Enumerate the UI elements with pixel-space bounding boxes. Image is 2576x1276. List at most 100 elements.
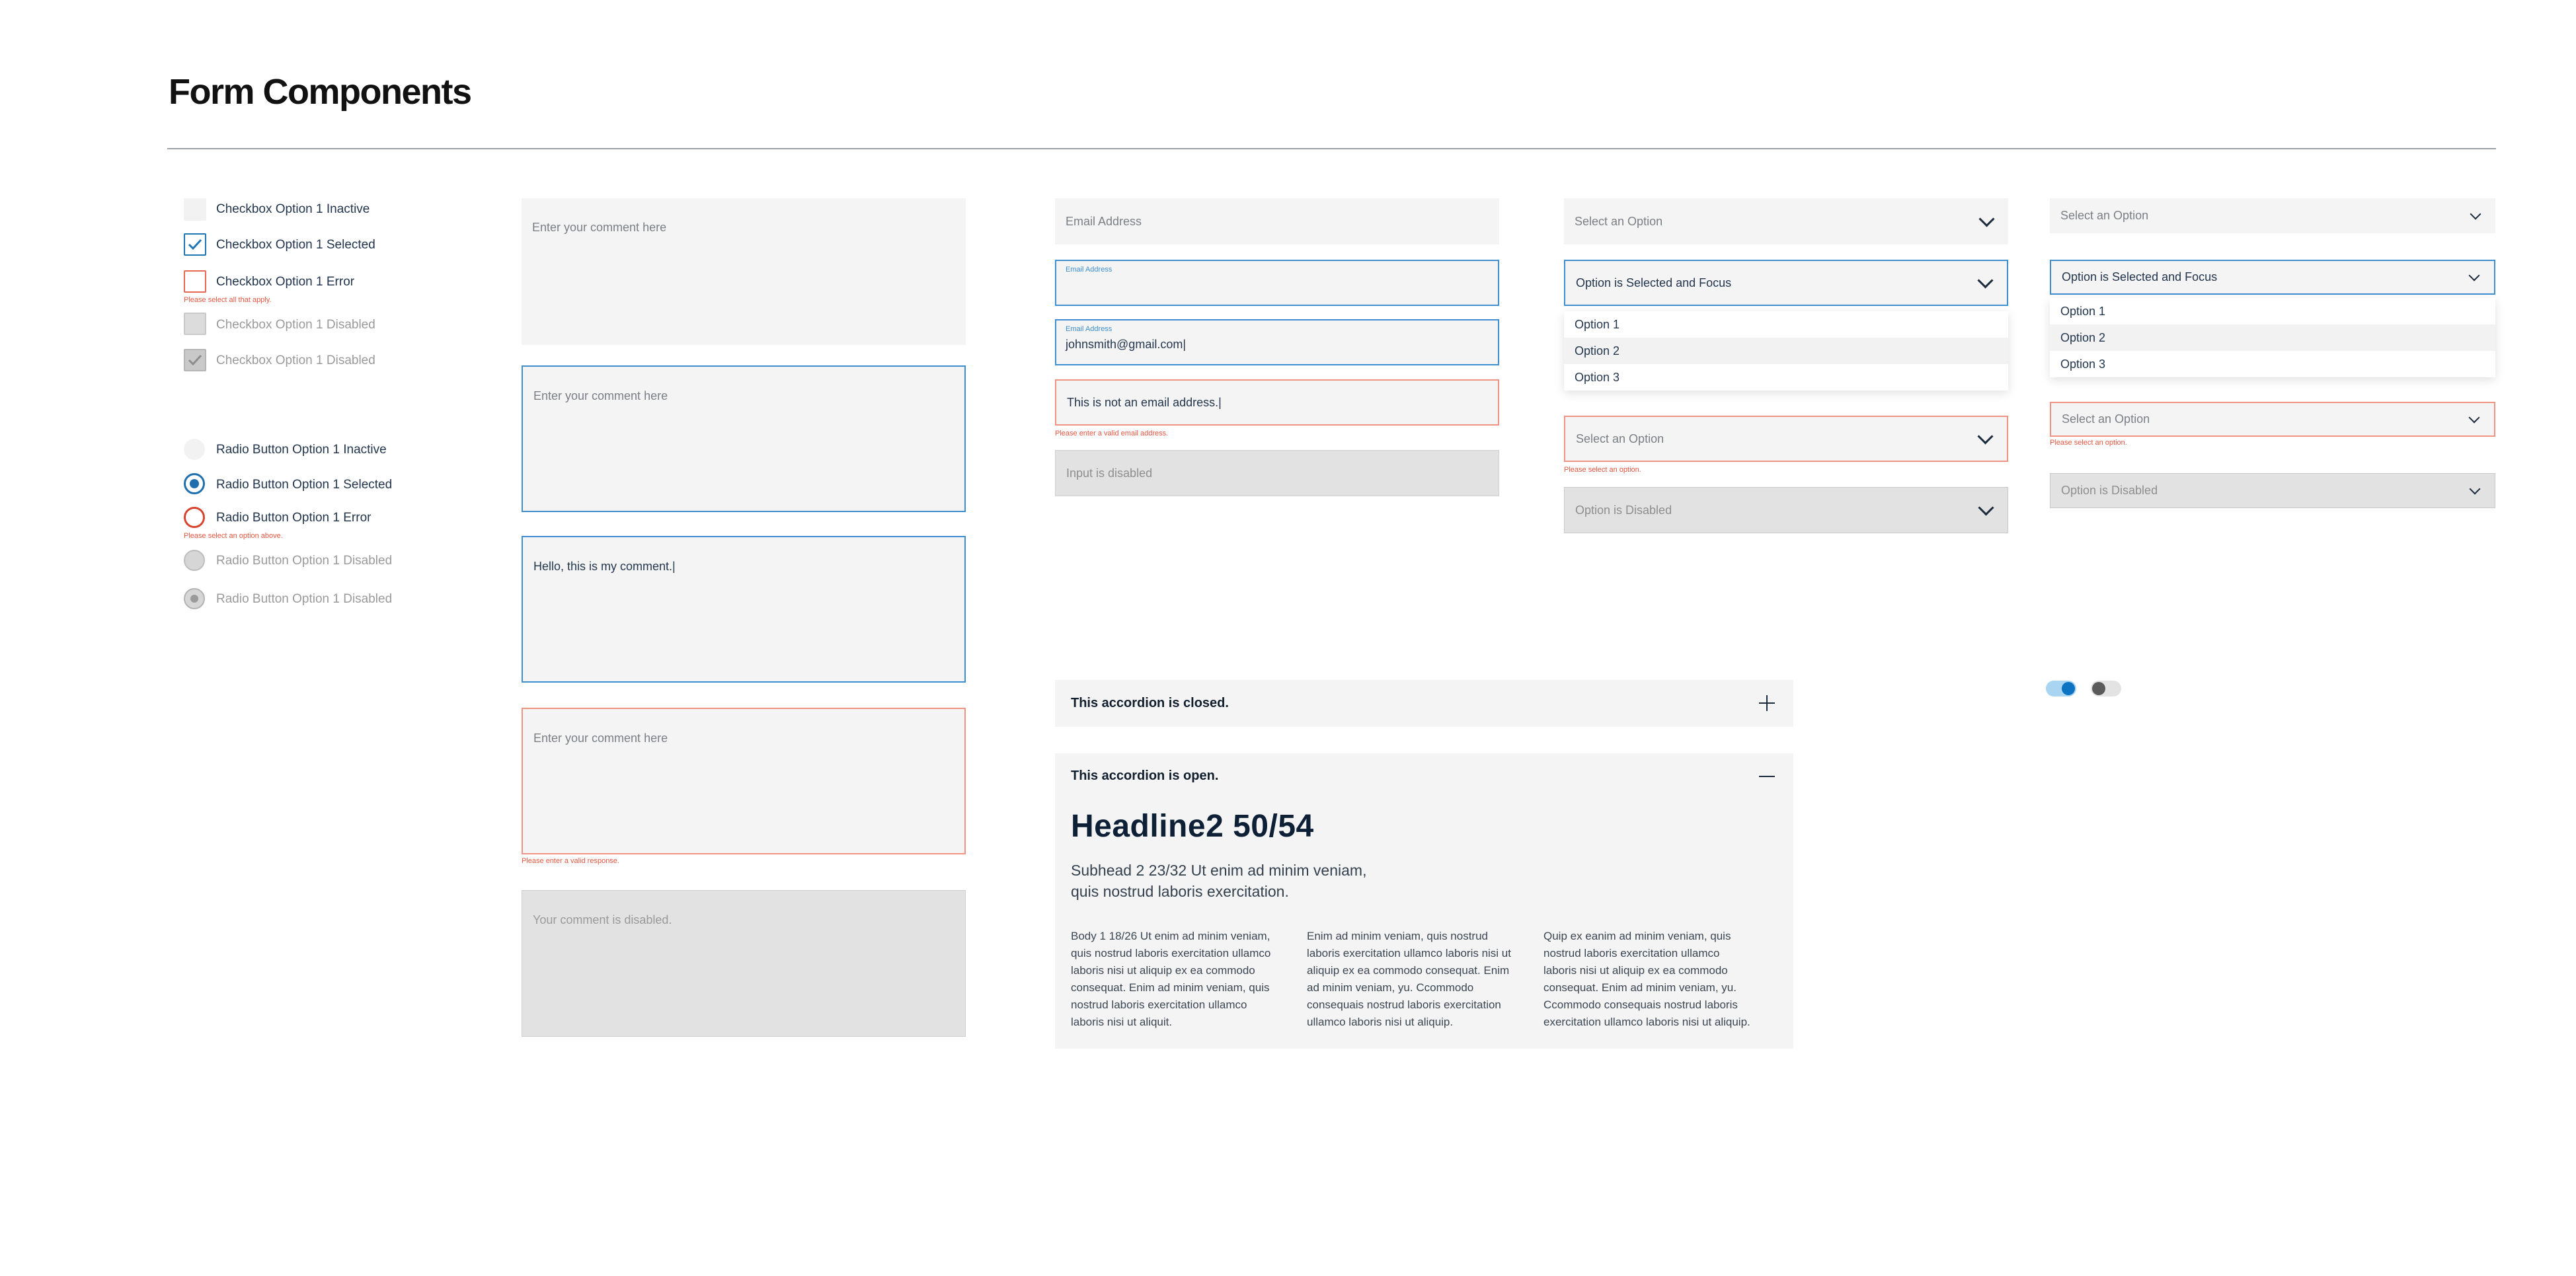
textarea-placeholder: Your comment is disabled. <box>533 913 672 926</box>
select-focus[interactable]: Option is Selected and Focus <box>1564 260 2008 306</box>
accordion-headline: Headline2 50/54 <box>1071 809 1314 844</box>
select-small-dropdown-menu: Option 1 Option 2 Option 3 <box>2050 298 2495 377</box>
select-small-default[interactable]: Select an Option <box>2050 198 2495 233</box>
select-option[interactable]: Option 3 <box>2050 351 2495 377</box>
checkmark-icon <box>188 239 202 250</box>
body-line: quis nostrud laboris exercitation ullamc… <box>1071 947 1271 959</box>
radio-error-text: Please select an option above. <box>184 532 283 540</box>
body-line: Ccommodo consequais nostrud laboris <box>1543 998 1738 1011</box>
textarea-placeholder: Enter your comment here <box>532 221 667 234</box>
chevron-down-icon <box>1978 499 1994 516</box>
select-placeholder: Select an Option <box>1576 432 1664 445</box>
accordion-closed[interactable]: This accordion is closed. <box>1055 680 1793 727</box>
checkbox-selected[interactable] <box>184 233 206 256</box>
comment-textarea[interactable]: Enter your comment here <box>522 198 966 345</box>
select-default[interactable]: Select an Option <box>1564 198 2008 244</box>
checkmark-icon <box>188 354 202 366</box>
select-error[interactable]: Select an Option <box>1564 416 2008 462</box>
checkbox-disabled <box>184 313 206 335</box>
checkbox-inactive[interactable] <box>184 198 206 221</box>
radio-selected[interactable] <box>184 473 205 494</box>
body-line: aliquip ex ea commodo consequat. Enim <box>1307 964 1510 977</box>
accordion-subhead: Subhead 2 23/32 Ut enim ad minim veniam,… <box>1071 860 1366 902</box>
radio-label: Radio Button Option 1 Error <box>216 511 371 525</box>
select-placeholder: Select an Option <box>2060 209 2149 222</box>
comment-textarea-focus[interactable]: Enter your comment here <box>522 365 966 512</box>
input-value: This is not an email address.| <box>1067 395 1222 409</box>
toggle-knob <box>2062 682 2075 695</box>
radio-label: Radio Button Option 1 Inactive <box>216 443 387 457</box>
radio-error[interactable] <box>184 507 205 528</box>
body-line: Body 1 18/26 Ut enim ad minim veniam, <box>1071 930 1270 942</box>
body-line: consequat. Enim ad minim veniam, yu. <box>1543 981 1737 994</box>
radio-label: Radio Button Option 1 Selected <box>216 478 393 492</box>
body-line: consequais nostrud laboris exercitation <box>1307 998 1501 1011</box>
email-input-error[interactable]: This is not an email address.| <box>1055 379 1499 426</box>
chevron-down-icon <box>2470 208 2481 219</box>
toggle-knob <box>2092 682 2105 695</box>
input-floating-label: Email Address <box>1066 325 1112 333</box>
input-floating-label: Email Address <box>1066 266 1112 274</box>
email-input[interactable]: Email Address <box>1055 198 1499 244</box>
select-small-disabled: Option is Disabled <box>2050 473 2495 508</box>
chevron-down-icon <box>2469 483 2481 494</box>
subhead-line: Subhead 2 23/32 Ut enim ad minim veniam, <box>1071 862 1367 879</box>
checkbox-error-text: Please select all that apply. <box>184 296 272 304</box>
select-option[interactable]: Option 1 <box>1564 311 2008 338</box>
input-value: johnsmith@gmail.com| <box>1066 338 1187 351</box>
input-disabled: Input is disabled <box>1055 450 1499 496</box>
checkbox-disabled-checked <box>184 349 206 371</box>
body-line: laboris nisi ut aliquip ex ea commodo <box>1071 964 1255 977</box>
select-value: Option is Disabled <box>1575 503 1672 517</box>
comment-textarea-error[interactable]: Enter your comment here <box>522 708 966 854</box>
textarea-error-text: Please enter a valid response. <box>522 857 619 865</box>
select-option[interactable]: Option 2 <box>1564 338 2008 364</box>
radio-label: Radio Button Option 1 Disabled <box>216 554 393 568</box>
select-option[interactable]: Option 3 <box>1564 364 2008 391</box>
toggle-on[interactable] <box>2046 681 2076 696</box>
radio-inactive[interactable] <box>184 439 205 460</box>
select-small-focus[interactable]: Option is Selected and Focus <box>2050 260 2495 295</box>
select-option[interactable]: Option 1 <box>2050 298 2495 324</box>
input-placeholder: Email Address <box>1066 214 1142 228</box>
select-value: Option is Selected and Focus <box>1576 276 1732 289</box>
body-line: laboris nisi ut aliquit. <box>1071 1016 1173 1028</box>
select-disabled: Option is Disabled <box>1564 487 2008 533</box>
body-column-2: Enim ad minim veniam, quis nostrud labor… <box>1307 928 1532 1031</box>
comment-textarea-disabled: Your comment is disabled. <box>522 890 966 1037</box>
select-option[interactable]: Option 2 <box>2050 324 2495 351</box>
select-small-error[interactable]: Select an Option <box>2050 402 2495 437</box>
email-input-filled[interactable]: Email Address johnsmith@gmail.com| <box>1055 319 1499 365</box>
chevron-down-icon <box>1978 210 1995 227</box>
email-input-focus[interactable]: Email Address <box>1055 260 1499 306</box>
body-line: consequat. Enim ad minim veniam, quis <box>1071 981 1270 994</box>
select-placeholder: Select an Option <box>2062 412 2150 426</box>
textarea-placeholder: Enter your comment here <box>533 732 668 745</box>
body-line: nostrud laboris exercitation ullamco <box>1543 947 1720 959</box>
subhead-line: quis nostrud laboris exercitation. <box>1071 883 1289 900</box>
select-placeholder: Select an Option <box>1575 214 1663 228</box>
body-line: ullamco laboris nisi ut aliquip. <box>1307 1016 1454 1028</box>
checkbox-label: Checkbox Option 1 Selected <box>216 238 375 252</box>
plus-icon[interactable] <box>1759 695 1775 711</box>
radio-disabled <box>184 550 205 571</box>
chevron-down-icon <box>2468 412 2480 423</box>
checkbox-label: Checkbox Option 1 Error <box>216 275 355 289</box>
chevron-down-icon <box>1977 428 1994 445</box>
input-placeholder: Input is disabled <box>1066 466 1153 480</box>
toggle-off[interactable] <box>2091 681 2121 696</box>
body-line: exercitation ullamco laboris nisi ut ali… <box>1543 1016 1750 1028</box>
textarea-value: Hello, this is my comment.| <box>533 560 676 573</box>
minus-icon[interactable] <box>1759 776 1775 777</box>
input-error-text: Please enter a valid email address. <box>1055 430 1169 437</box>
select-value: Option is Selected and Focus <box>2062 270 2218 283</box>
select-error-text: Please select an option. <box>1564 466 1641 474</box>
select-dropdown-menu: Option 1 Option 2 Option 3 <box>1564 311 2008 391</box>
checkbox-error[interactable] <box>184 270 206 293</box>
comment-textarea-filled[interactable]: Hello, this is my comment.| <box>522 536 966 683</box>
body-line: Enim ad minim veniam, quis nostrud <box>1307 930 1489 942</box>
accordion-open: This accordion is open. Headline2 50/54 … <box>1055 753 1793 1049</box>
accordion-title: This accordion is open. <box>1071 769 1219 783</box>
body-line: laboris exercitation ullamco laboris nis… <box>1307 947 1511 959</box>
chevron-down-icon <box>1977 272 1994 289</box>
